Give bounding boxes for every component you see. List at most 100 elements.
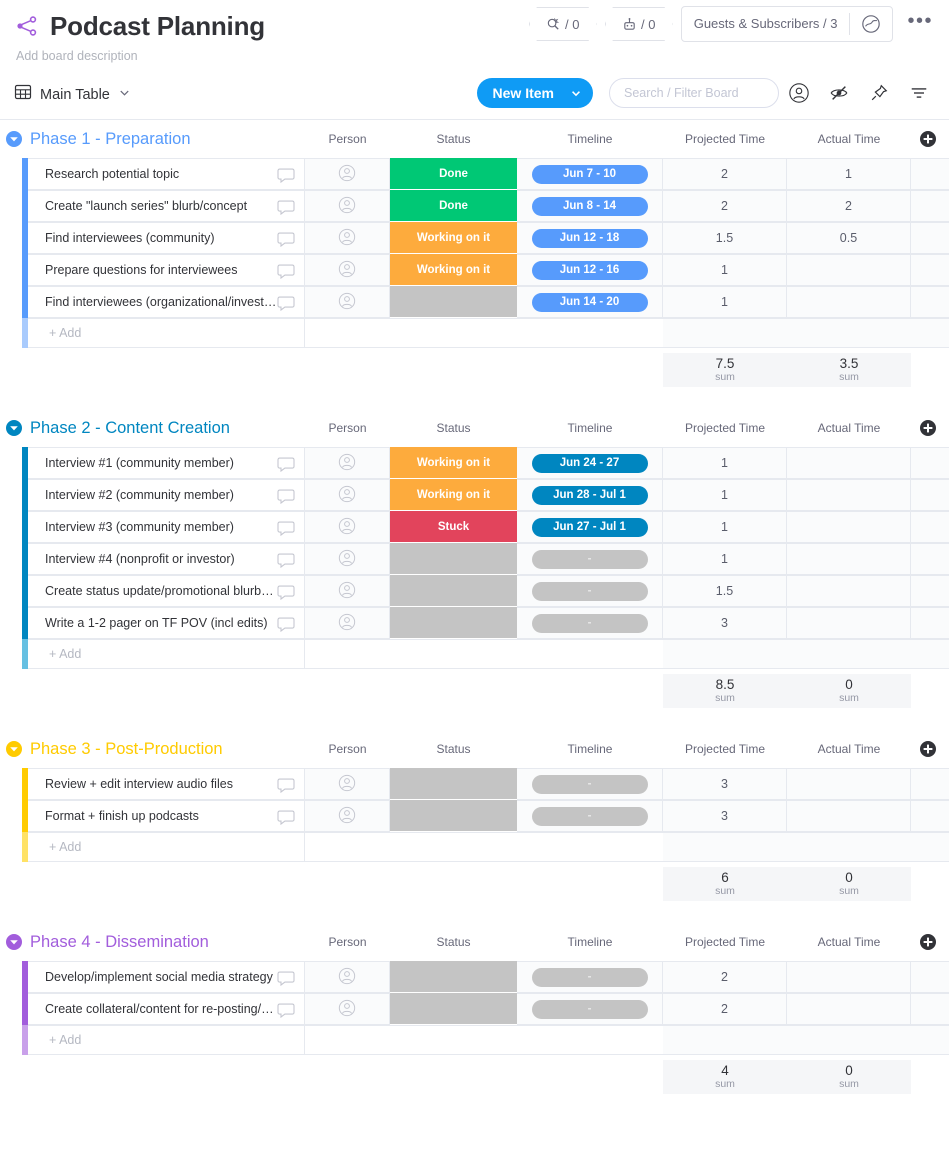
table-row[interactable]: Interview #3 (community member) Stuck Ju…: [0, 511, 949, 543]
chat-icon[interactable]: [276, 261, 296, 281]
table-row[interactable]: Interview #4 (nonprofit or investor) - 1: [0, 543, 949, 575]
add-item-row[interactable]: + Add: [0, 832, 949, 862]
cell-person[interactable]: [305, 961, 390, 993]
cell-timeline[interactable]: Jun 7 - 10: [517, 158, 663, 190]
column-header-status[interactable]: Status: [390, 421, 517, 435]
timeline-pill-empty[interactable]: -: [532, 614, 648, 633]
column-header-projected-time[interactable]: Projected Time: [663, 421, 787, 435]
cell-status[interactable]: [390, 575, 517, 607]
cell-item-name[interactable]: Research potential topic: [28, 158, 305, 190]
column-header-timeline[interactable]: Timeline: [517, 421, 663, 435]
cell-timeline[interactable]: -: [517, 993, 663, 1025]
cell-status[interactable]: Stuck: [390, 511, 517, 543]
cell-status[interactable]: Done: [390, 190, 517, 222]
timeline-pill[interactable]: Jun 28 - Jul 1: [532, 486, 648, 505]
cell-item-name[interactable]: Interview #3 (community member): [28, 511, 305, 543]
cell-timeline[interactable]: Jun 28 - Jul 1: [517, 479, 663, 511]
cell-person[interactable]: [305, 190, 390, 222]
chat-icon[interactable]: [276, 229, 296, 249]
cell-status[interactable]: [390, 286, 517, 318]
cell-projected-time[interactable]: 1: [663, 479, 787, 511]
cell-person[interactable]: [305, 607, 390, 639]
add-item-label[interactable]: + Add: [28, 1025, 305, 1055]
chat-icon[interactable]: [276, 807, 296, 827]
cell-actual-time[interactable]: [787, 447, 911, 479]
column-header-projected-time[interactable]: Projected Time: [663, 742, 787, 756]
cell-projected-time[interactable]: 1: [663, 511, 787, 543]
cell-status[interactable]: Done: [390, 158, 517, 190]
timeline-pill-empty[interactable]: -: [532, 968, 648, 987]
cell-item-name[interactable]: Review + edit interview audio files: [28, 768, 305, 800]
column-header-timeline[interactable]: Timeline: [517, 132, 663, 146]
cell-person[interactable]: [305, 768, 390, 800]
group-title[interactable]: Phase 4 - Dissemination: [30, 933, 209, 952]
person-icon[interactable]: [779, 78, 819, 108]
cell-person[interactable]: [305, 447, 390, 479]
cell-status[interactable]: [390, 993, 517, 1025]
add-item-row[interactable]: + Add: [0, 1025, 949, 1055]
cell-projected-time[interactable]: 3: [663, 607, 787, 639]
chat-icon[interactable]: [276, 486, 296, 506]
cell-status[interactable]: [390, 543, 517, 575]
add-item-row[interactable]: + Add: [0, 318, 949, 348]
table-row[interactable]: Prepare questions for interviewees Worki…: [0, 254, 949, 286]
filter-icon[interactable]: [899, 78, 939, 108]
table-row[interactable]: Create status update/promotional blurb… …: [0, 575, 949, 607]
timeline-pill-empty[interactable]: -: [532, 807, 648, 826]
cell-item-name[interactable]: Create "launch series" blurb/concept: [28, 190, 305, 222]
more-options-button[interactable]: •••: [901, 15, 939, 33]
table-row[interactable]: Create collateral/content for re-posting…: [0, 993, 949, 1025]
cell-status[interactable]: [390, 961, 517, 993]
timeline-pill-empty[interactable]: -: [532, 582, 648, 601]
cell-projected-time[interactable]: 2: [663, 158, 787, 190]
timeline-pill[interactable]: Jun 12 - 16: [532, 261, 648, 280]
cell-timeline[interactable]: Jun 12 - 16: [517, 254, 663, 286]
subscribers-box[interactable]: Guests & Subscribers / 3: [681, 6, 894, 42]
cell-item-name[interactable]: Develop/implement social media strategy: [28, 961, 305, 993]
cell-item-name[interactable]: Interview #1 (community member): [28, 447, 305, 479]
cell-person[interactable]: [305, 222, 390, 254]
column-header-actual-time[interactable]: Actual Time: [787, 935, 911, 949]
group-title[interactable]: Phase 3 - Post-Production: [30, 740, 223, 759]
collapse-group-icon[interactable]: [4, 739, 24, 759]
chat-icon[interactable]: [276, 550, 296, 570]
column-header-projected-time[interactable]: Projected Time: [663, 132, 787, 146]
cell-status[interactable]: Working on it: [390, 447, 517, 479]
cell-timeline[interactable]: Jun 24 - 27: [517, 447, 663, 479]
cell-person[interactable]: [305, 800, 390, 832]
table-row[interactable]: Research potential topic Done Jun 7 - 10…: [0, 158, 949, 190]
table-row[interactable]: Interview #2 (community member) Working …: [0, 479, 949, 511]
column-header-status[interactable]: Status: [390, 132, 517, 146]
cell-actual-time[interactable]: [787, 768, 911, 800]
cell-status[interactable]: Working on it: [390, 222, 517, 254]
column-header-person[interactable]: Person: [305, 742, 390, 756]
board-description[interactable]: Add board description: [16, 49, 935, 63]
chat-icon[interactable]: [276, 582, 296, 602]
column-header-person[interactable]: Person: [305, 132, 390, 146]
add-item-label[interactable]: + Add: [28, 318, 305, 348]
add-item-row[interactable]: + Add: [0, 639, 949, 669]
add-column-button[interactable]: [919, 740, 937, 758]
cell-timeline[interactable]: -: [517, 543, 663, 575]
cell-item-name[interactable]: Find interviewees (organizational/invest…: [28, 286, 305, 318]
cell-actual-time[interactable]: [787, 543, 911, 575]
chat-icon[interactable]: [276, 614, 296, 634]
table-row[interactable]: Format + finish up podcasts - 3: [0, 800, 949, 832]
table-row[interactable]: Develop/implement social media strategy …: [0, 961, 949, 993]
search-input[interactable]: [609, 78, 779, 108]
cell-item-name[interactable]: Format + finish up podcasts: [28, 800, 305, 832]
cell-timeline[interactable]: Jun 12 - 18: [517, 222, 663, 254]
group-title[interactable]: Phase 1 - Preparation: [30, 130, 191, 149]
chat-icon[interactable]: [276, 775, 296, 795]
cell-projected-time[interactable]: 1: [663, 286, 787, 318]
cell-person[interactable]: [305, 575, 390, 607]
cell-actual-time[interactable]: [787, 254, 911, 286]
pin-icon[interactable]: [859, 78, 899, 108]
chat-icon[interactable]: [276, 1000, 296, 1020]
column-header-timeline[interactable]: Timeline: [517, 742, 663, 756]
column-header-status[interactable]: Status: [390, 742, 517, 756]
cell-item-name[interactable]: Write a 1-2 pager on TF POV (incl edits): [28, 607, 305, 639]
cell-timeline[interactable]: -: [517, 768, 663, 800]
chat-icon[interactable]: [276, 968, 296, 988]
new-item-chevron-down-icon[interactable]: [566, 78, 593, 108]
